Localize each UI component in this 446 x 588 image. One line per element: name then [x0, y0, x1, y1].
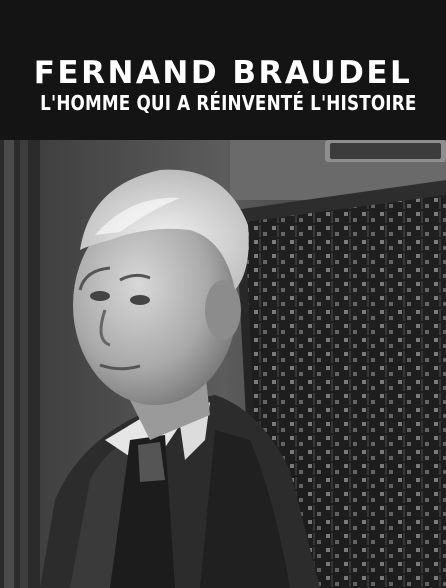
program-title: FERNAND BRAUDEL: [33, 55, 413, 91]
portrait-photo: [0, 140, 446, 588]
program-subtitle: L'HOMME QUI A RÉINVENTÉ L'HISTOIRE: [40, 91, 417, 115]
poster: FERNAND BRAUDEL L'HOMME QUI A RÉINVENTÉ …: [0, 0, 446, 588]
